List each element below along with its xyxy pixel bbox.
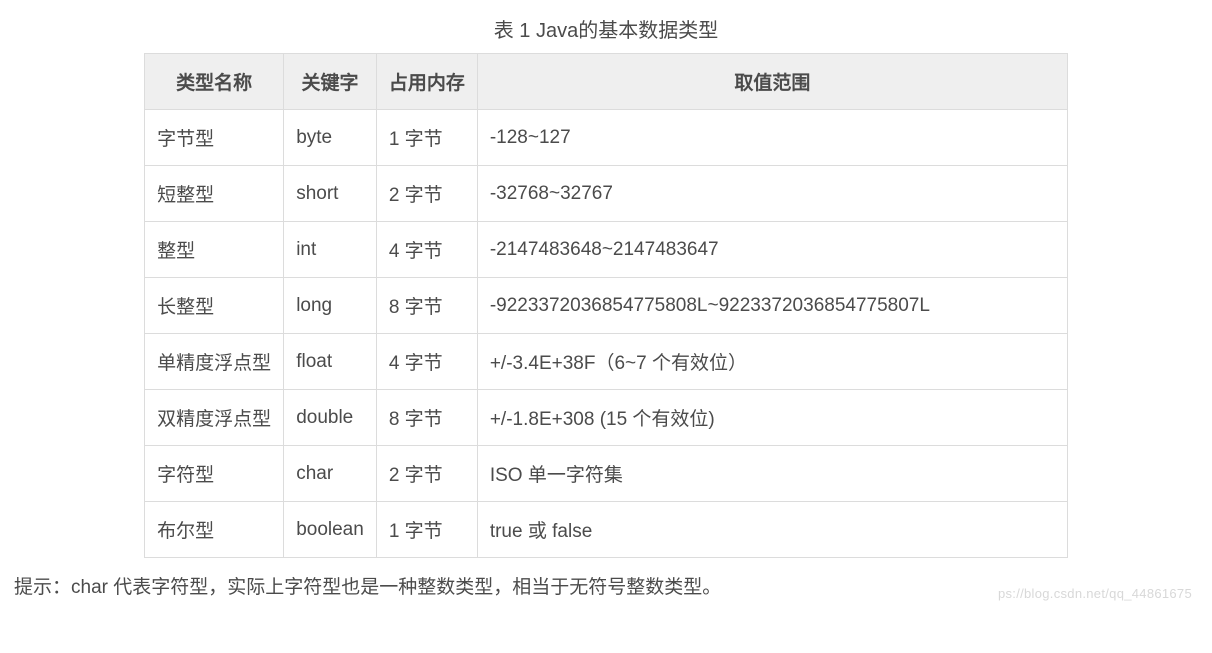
- cell-keyword: char: [284, 446, 377, 502]
- cell-memory: 8 字节: [376, 278, 477, 334]
- cell-range: true 或 false: [477, 502, 1067, 558]
- cell-range: -32768~32767: [477, 166, 1067, 222]
- table-row: 布尔型boolean1 字节true 或 false: [145, 502, 1068, 558]
- cell-memory: 1 字节: [376, 502, 477, 558]
- data-types-table: 类型名称 关键字 占用内存 取值范围 字节型byte1 字节-128~127短整…: [144, 53, 1068, 558]
- cell-range: ISO 单一字符集: [477, 446, 1067, 502]
- table-row: 整型int4 字节-2147483648~2147483647: [145, 222, 1068, 278]
- table-row: 字符型char2 字节ISO 单一字符集: [145, 446, 1068, 502]
- footer-note: 提示：char 代表字符型，实际上字符型也是一种整数类型，相当于无符号整数类型。: [14, 577, 721, 598]
- table-row: 字节型byte1 字节-128~127: [145, 110, 1068, 166]
- table-header-row: 类型名称 关键字 占用内存 取值范围: [145, 54, 1068, 110]
- cell-keyword: double: [284, 390, 377, 446]
- cell-keyword: float: [284, 334, 377, 390]
- cell-name: 长整型: [145, 278, 284, 334]
- cell-keyword: short: [284, 166, 377, 222]
- cell-name: 单精度浮点型: [145, 334, 284, 390]
- cell-name: 整型: [145, 222, 284, 278]
- cell-memory: 2 字节: [376, 446, 477, 502]
- header-keyword: 关键字: [284, 54, 377, 110]
- cell-name: 双精度浮点型: [145, 390, 284, 446]
- cell-memory: 1 字节: [376, 110, 477, 166]
- cell-name: 短整型: [145, 166, 284, 222]
- cell-range: +/-1.8E+308 (15 个有效位): [477, 390, 1067, 446]
- cell-name: 字符型: [145, 446, 284, 502]
- footer-note-row: 提示：char 代表字符型，实际上字符型也是一种整数类型，相当于无符号整数类型。…: [14, 572, 1198, 599]
- cell-keyword: byte: [284, 110, 377, 166]
- table-row: 长整型long8 字节-9223372036854775808L~9223372…: [145, 278, 1068, 334]
- cell-memory: 2 字节: [376, 166, 477, 222]
- cell-keyword: int: [284, 222, 377, 278]
- header-type-name: 类型名称: [145, 54, 284, 110]
- table-row: 单精度浮点型float4 字节+/-3.4E+38F（6~7 个有效位）: [145, 334, 1068, 390]
- cell-range: -2147483648~2147483647: [477, 222, 1067, 278]
- cell-range: +/-3.4E+38F（6~7 个有效位）: [477, 334, 1067, 390]
- cell-name: 布尔型: [145, 502, 284, 558]
- cell-name: 字节型: [145, 110, 284, 166]
- watermark-text: ps://blog.csdn.net/qq_44861675: [998, 586, 1192, 601]
- cell-memory: 8 字节: [376, 390, 477, 446]
- cell-memory: 4 字节: [376, 222, 477, 278]
- table-caption: 表 1 Java的基本数据类型: [14, 14, 1198, 43]
- cell-memory: 4 字节: [376, 334, 477, 390]
- header-range: 取值范围: [477, 54, 1067, 110]
- cell-keyword: boolean: [284, 502, 377, 558]
- table-row: 双精度浮点型double8 字节+/-1.8E+308 (15 个有效位): [145, 390, 1068, 446]
- table-row: 短整型short2 字节-32768~32767: [145, 166, 1068, 222]
- cell-keyword: long: [284, 278, 377, 334]
- cell-range: -128~127: [477, 110, 1067, 166]
- cell-range: -9223372036854775808L~922337203685477580…: [477, 278, 1067, 334]
- header-memory: 占用内存: [376, 54, 477, 110]
